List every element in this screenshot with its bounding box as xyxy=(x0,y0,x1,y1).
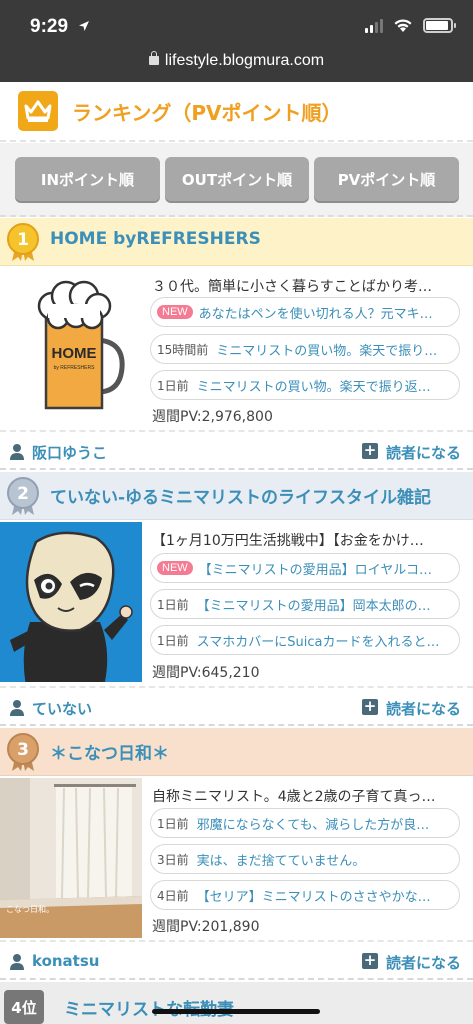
sort-tabs: INポイント順 OUTポイント順 PVポイント順 xyxy=(0,143,473,217)
rank-4-header: 4位 ミニマリストな転勤妻 xyxy=(0,982,473,1024)
blog-description: ３０代。簡単に小さく暮らすことばかり考… xyxy=(152,279,432,295)
blog-thumbnail[interactable]: HOME by REFRESHERS xyxy=(0,268,142,428)
weekly-pv: 週間PV:2,976,800 xyxy=(152,409,273,425)
browser-top-bar: 9:29 lifestyle.blogmura.com xyxy=(0,0,473,82)
url-text: lifestyle.blogmura.com xyxy=(164,52,325,69)
post-time: 1日前 xyxy=(157,633,189,648)
rank-3-header: 3 ＊こなつ日和＊ xyxy=(0,728,473,776)
plus-icon: + xyxy=(362,951,378,969)
post-link[interactable]: 15時間前 ミニマリストの買い物。楽天で振り… xyxy=(150,334,460,364)
rank-1-header: 1 HOME byREFRESHERS xyxy=(0,218,473,266)
post-title: 邪魔にならなくても、減らした方が良… xyxy=(196,817,430,833)
svg-text:こなつ日和。: こなつ日和。 xyxy=(6,905,54,914)
crown-icon xyxy=(18,91,58,131)
blog-description: 自称ミニマリスト。4歳と2歳の子育て真っ… xyxy=(152,789,436,805)
plus-icon: + xyxy=(362,441,378,459)
ranking-entry-3: こなつ日和。 自称ミニマリスト。4歳と2歳の子育て真っ… 1日前 邪魔にならなく… xyxy=(0,778,473,940)
post-time: 3日前 xyxy=(157,852,189,867)
post-title: ミニマリストの買い物。楽天で振り返… xyxy=(196,379,431,395)
bronze-medal-icon: 3 xyxy=(7,733,39,771)
tab-pv-points[interactable]: PVポイント順 xyxy=(314,157,459,201)
post-title: ミニマリストの買い物。楽天で振り… xyxy=(216,343,438,359)
person-icon xyxy=(10,444,24,460)
post-title: スマホカバーにSuicaカードを入れると… xyxy=(196,634,440,650)
rank-2-header: 2 ていない-ゆるミニマリストのライフスタイル雑記 xyxy=(0,472,473,520)
post-title: 実は、まだ捨てていません。 xyxy=(196,853,366,869)
blog-title-link[interactable]: ＊こなつ日和＊ xyxy=(50,739,468,764)
status-time: 9:29 xyxy=(30,16,69,37)
new-badge: NEW xyxy=(157,305,193,319)
become-reader-button[interactable]: 読者になる xyxy=(386,442,461,463)
post-link[interactable]: 1日前 邪魔にならなくても、減らした方が良… xyxy=(150,808,460,838)
weekly-pv: 週間PV:645,210 xyxy=(152,665,260,681)
location-arrow-icon xyxy=(79,21,89,31)
ranking-entry-1: HOME by REFRESHERS ３０代。簡単に小さく暮らすことばかり考… … xyxy=(0,268,473,430)
wifi-icon xyxy=(394,19,412,32)
post-link[interactable]: 1日前 スマホカバーにSuicaカードを入れると… xyxy=(150,625,460,655)
blog-thumbnail[interactable] xyxy=(0,522,142,682)
weekly-pv: 週間PV:201,890 xyxy=(152,919,260,935)
ranking-header: ランキング（PVポイント順） xyxy=(0,82,473,142)
post-title: 【ミニマリストの愛用品】ロイヤルコ… xyxy=(198,562,433,578)
blog-title-link[interactable]: ミニマリストな転勤妻 xyxy=(64,995,473,1020)
post-title: 【ミニマリストの愛用品】岡本太郎の… xyxy=(196,598,431,614)
post-time: 15時間前 xyxy=(157,342,209,357)
svg-text:3: 3 xyxy=(17,740,29,760)
post-time: 1日前 xyxy=(157,816,189,831)
svg-text:2: 2 xyxy=(17,484,29,504)
post-title: 【セリア】ミニマリストのささやかな… xyxy=(196,889,431,905)
cellular-signal-icon xyxy=(365,18,383,33)
post-title: あなたはペンを使い切れる人？元マキ… xyxy=(198,306,433,322)
post-link[interactable]: NEW 【ミニマリストの愛用品】ロイヤルコ… xyxy=(150,553,460,583)
tab-in-points[interactable]: INポイント順 xyxy=(15,157,160,201)
blog-title-link[interactable]: HOME byREFRESHERS xyxy=(50,229,468,249)
url-bar[interactable]: lifestyle.blogmura.com xyxy=(0,51,473,70)
author-row-3: konatsu + 読者になる xyxy=(0,940,473,980)
post-link[interactable]: 1日前 【ミニマリストの愛用品】岡本太郎の… xyxy=(150,589,460,619)
plus-icon: + xyxy=(362,697,378,715)
person-icon xyxy=(10,700,24,716)
post-time: 1日前 xyxy=(157,378,189,393)
become-reader-button[interactable]: 読者になる xyxy=(386,698,461,719)
author-name-link[interactable]: 阪口ゆうこ xyxy=(32,442,107,463)
tab-out-points[interactable]: OUTポイント順 xyxy=(165,157,309,201)
gold-medal-icon: 1 xyxy=(7,223,39,261)
svg-text:HOME: HOME xyxy=(52,345,97,362)
blog-description: 【1ヶ月10万円生活挑戦中】【お金をかけ… xyxy=(152,533,424,549)
home-indicator[interactable] xyxy=(152,1009,320,1014)
author-row-2: ていない + 読者になる xyxy=(0,686,473,726)
author-name-link[interactable]: ていない xyxy=(32,698,92,719)
lock-icon xyxy=(148,51,159,65)
author-name-link[interactable]: konatsu xyxy=(32,952,99,970)
page-title: ランキング（PVポイント順） xyxy=(72,101,342,125)
post-time: 4日前 xyxy=(157,888,189,903)
post-link[interactable]: NEW あなたはペンを使い切れる人？元マキ… xyxy=(150,297,460,327)
author-row-1: 阪口ゆうこ + 読者になる xyxy=(0,430,473,470)
blog-title-link[interactable]: ていない-ゆるミニマリストのライフスタイル雑記 xyxy=(50,483,468,508)
blog-thumbnail[interactable]: こなつ日和。 xyxy=(0,778,142,938)
rank-4-badge: 4位 xyxy=(4,990,44,1024)
post-link[interactable]: 3日前 実は、まだ捨てていません。 xyxy=(150,844,460,874)
battery-icon xyxy=(423,18,456,33)
post-time: 1日前 xyxy=(157,597,189,612)
person-icon xyxy=(10,954,24,970)
svg-text:1: 1 xyxy=(17,230,29,250)
post-link[interactable]: 4日前 【セリア】ミニマリストのささやかな… xyxy=(150,880,460,910)
become-reader-button[interactable]: 読者になる xyxy=(386,952,461,973)
ranking-entry-2: 【1ヶ月10万円生活挑戦中】【お金をかけ… NEW 【ミニマリストの愛用品】ロイ… xyxy=(0,522,473,686)
new-badge: NEW xyxy=(157,561,193,575)
post-link[interactable]: 1日前 ミニマリストの買い物。楽天で振り返… xyxy=(150,370,460,400)
silver-medal-icon: 2 xyxy=(7,477,39,515)
svg-text:by REFRESHERS: by REFRESHERS xyxy=(54,365,96,371)
